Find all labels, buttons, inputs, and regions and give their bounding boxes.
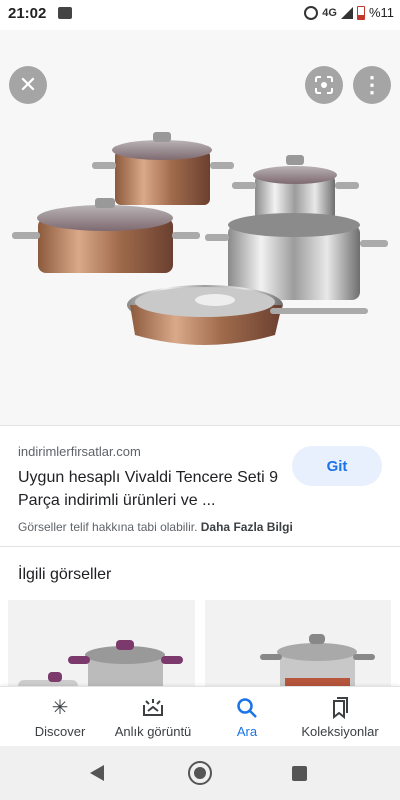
- nav-label: Koleksiyonlar: [301, 723, 379, 739]
- visit-button[interactable]: Git: [292, 446, 382, 486]
- more-vert-icon: ⋮: [361, 72, 383, 97]
- nav-label: Discover: [34, 723, 86, 739]
- home-icon[interactable]: [188, 761, 212, 785]
- asterisk-icon: ✳: [51, 697, 69, 719]
- back-icon[interactable]: [90, 765, 104, 781]
- network-type: 4G: [322, 6, 337, 19]
- copyright-text: Görseller telif hakkına tabi olabilir.: [18, 520, 198, 534]
- signal-icon: [340, 6, 353, 19]
- system-navigation-bar: [0, 746, 400, 800]
- close-icon: ✕: [18, 72, 38, 97]
- nav-discover[interactable]: ✳ Discover: [20, 687, 100, 747]
- nav-label: Ara: [236, 723, 258, 739]
- more-info-link[interactable]: Daha Fazla Bilgi: [201, 520, 293, 534]
- nav-label: Anlık görüntü: [114, 723, 192, 739]
- result-title[interactable]: Uygun hesaplı Vivaldi Tencere Seti 9 Par…: [18, 466, 283, 512]
- bottom-navigation: ✳ Discover Anlık görüntü Ara Koleksiyonl…: [0, 686, 400, 746]
- result-info: indirimlerfirsatlar.com Uygun hesaplı Vi…: [0, 425, 400, 545]
- recent-apps-icon[interactable]: [292, 766, 307, 781]
- close-button[interactable]: ✕: [9, 66, 47, 104]
- search-icon: [236, 696, 258, 720]
- nav-search[interactable]: Ara: [210, 687, 284, 747]
- related-images-section: İlgili görseller: [0, 546, 400, 690]
- image-viewer: ✕ ⋮: [0, 30, 400, 425]
- status-time: 21:02: [8, 5, 47, 22]
- source-domain[interactable]: indirimlerfirsatlar.com: [18, 444, 141, 459]
- status-bar: 21:02 4G %11: [0, 0, 400, 30]
- cookware-set-image: [12, 132, 388, 345]
- collections-icon: [330, 696, 350, 720]
- image-notification-icon: [58, 7, 72, 19]
- related-image-2: [260, 634, 375, 690]
- nav-snapshot[interactable]: Anlık görüntü: [104, 687, 202, 747]
- nav-collections[interactable]: Koleksiyonlar: [292, 687, 388, 747]
- copyright-notice: Görseller telif hakkına tabi olabilir. D…: [18, 520, 293, 534]
- snapshot-icon: [141, 696, 165, 720]
- more-options-button[interactable]: ⋮: [353, 66, 391, 104]
- lens-button[interactable]: [305, 66, 343, 104]
- lens-icon: [315, 76, 333, 94]
- related-image-1: [18, 640, 183, 690]
- related-images-title: İlgili görseller: [18, 566, 112, 583]
- related-image-thumbnail[interactable]: [205, 600, 391, 690]
- alarm-icon: [304, 5, 319, 20]
- battery-level: %11: [368, 5, 394, 20]
- related-image-thumbnail[interactable]: [8, 600, 195, 690]
- status-indicators: 4G %11: [304, 5, 394, 20]
- battery-icon: [356, 5, 365, 20]
